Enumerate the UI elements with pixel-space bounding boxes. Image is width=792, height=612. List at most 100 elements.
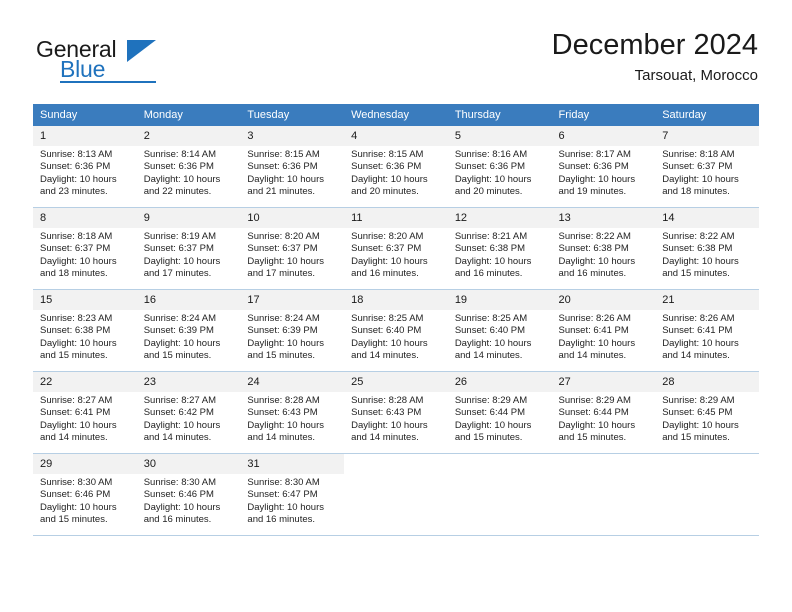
day-cell-empty [447, 453, 552, 536]
sunrise-text: Sunrise: 8:23 AM [40, 313, 113, 324]
sunset-text: Sunset: 6:38 PM [40, 325, 111, 337]
daylight-text-line1: Daylight: 10 hours [662, 337, 739, 349]
sunset-text: Sunset: 6:41 PM [40, 407, 111, 419]
day-details: Sunrise: 8:26 AM Sunset: 6:41 PM Daylight:… [655, 310, 759, 362]
calendar-header-row: Sunday Monday Tuesday Wednesday Thursday… [33, 104, 759, 126]
day-number: 29 [33, 454, 137, 474]
sunrise-text: Sunrise: 8:28 AM [247, 395, 320, 406]
sunset-text: Sunset: 6:37 PM [143, 243, 214, 255]
sunset-text: Sunset: 6:36 PM [143, 161, 214, 173]
title-block: December 2024 Tarsouat, Morocco [552, 28, 758, 87]
daylight-text-line1: Daylight: 10 hours [558, 255, 636, 267]
day-cell[interactable]: 10 Sunrise: 8:20 AM Sunset: 6:37 PM Dayligh… [240, 207, 345, 290]
day-details: Sunrise: 8:13 AM Sunset: 6:36 PM Daylight:… [33, 146, 137, 198]
day-number: 21 [655, 290, 759, 310]
day-cell[interactable]: 23 Sunrise: 8:27 AM Sunset: 6:42 PM Dayligh… [136, 371, 241, 454]
day-cell[interactable]: 4 Sunrise: 8:15 AM Sunset: 6:36 PM Daylight… [344, 126, 448, 208]
daylight-text-line1: Daylight: 10 hours [662, 173, 739, 185]
sunset-text: Sunset: 6:45 PM [662, 407, 733, 419]
day-cell[interactable]: 6 Sunrise: 8:17 AM Sunset: 6:36 PM Daylight… [551, 126, 656, 208]
day-number: 4 [344, 126, 448, 146]
sunset-text: Sunset: 6:36 PM [40, 161, 111, 173]
day-details: Sunrise: 8:15 AM Sunset: 6:36 PM Daylight:… [240, 146, 344, 198]
day-number: 15 [33, 290, 137, 310]
day-details: Sunrise: 8:30 AM Sunset: 6:47 PM Daylight:… [240, 474, 344, 526]
daylight-text-line1: Daylight: 10 hours [247, 419, 324, 431]
day-cell[interactable]: 19 Sunrise: 8:25 AM Sunset: 6:40 PM Dayligh… [447, 289, 552, 372]
page-title: December 2024 [551, 29, 758, 61]
sunrise-text: Sunrise: 8:16 AM [454, 149, 528, 160]
sunset-text: Sunset: 6:38 PM [662, 243, 733, 255]
day-cell[interactable]: 7 Sunrise: 8:18 AM Sunset: 6:37 PM Daylight… [655, 126, 759, 208]
day-cell[interactable]: 15 Sunrise: 8:23 AM Sunset: 6:38 PM Dayligh… [33, 289, 137, 372]
day-cell[interactable]: 20 Sunrise: 8:26 AM Sunset: 6:41 PM Dayligh… [551, 289, 656, 372]
day-details: Sunrise: 8:29 AM Sunset: 6:44 PM Daylight:… [552, 392, 656, 444]
day-number: 13 [551, 208, 656, 228]
sunrise-text: Sunrise: 8:24 AM [143, 313, 217, 324]
sunset-text: Sunset: 6:40 PM [454, 325, 526, 337]
day-details: Sunrise: 8:27 AM Sunset: 6:42 PM Daylight:… [137, 392, 241, 444]
day-cell[interactable]: 21 Sunrise: 8:26 AM Sunset: 6:41 PM Dayligh… [655, 289, 759, 372]
day-details: Sunrise: 8:25 AM Sunset: 6:40 PM Daylight:… [448, 310, 552, 362]
sunrise-text: Sunrise: 8:27 AM [143, 395, 217, 406]
day-number: 12 [447, 208, 552, 228]
day-number: 11 [344, 208, 448, 228]
daylight-text-line2: and 15 minutes. [558, 431, 627, 443]
daylight-text-line2: and 14 minutes. [351, 431, 419, 443]
day-cell[interactable]: 13 Sunrise: 8:22 AM Sunset: 6:38 PM Dayligh… [551, 207, 656, 290]
day-details: Sunrise: 8:25 AM Sunset: 6:40 PM Daylight:… [344, 310, 448, 362]
day-cell[interactable]: 8 Sunrise: 8:18 AM Sunset: 6:37 PM Daylight… [33, 207, 137, 290]
day-cell[interactable]: 31 Sunrise: 8:30 AM Sunset: 6:47 PM Dayligh… [240, 453, 345, 536]
day-cell[interactable]: 27 Sunrise: 8:29 AM Sunset: 6:44 PM Dayligh… [551, 371, 656, 454]
day-cell[interactable]: 12 Sunrise: 8:21 AM Sunset: 6:38 PM Dayligh… [447, 207, 552, 290]
day-cell[interactable]: 29 Sunrise: 8:30 AM Sunset: 6:46 PM Dayligh… [33, 453, 137, 536]
day-cell[interactable]: 25 Sunrise: 8:28 AM Sunset: 6:43 PM Dayligh… [344, 371, 448, 454]
day-cell[interactable]: 24 Sunrise: 8:28 AM Sunset: 6:43 PM Dayligh… [240, 371, 345, 454]
daylight-text-line2: and 21 minutes. [247, 185, 316, 197]
day-cell[interactable]: 1 Sunrise: 8:13 AM Sunset: 6:36 PM Daylight… [33, 126, 137, 208]
day-cell[interactable]: 9 Sunrise: 8:19 AM Sunset: 6:37 PM Daylight… [136, 207, 241, 290]
day-number: 18 [344, 290, 448, 310]
daylight-text-line1: Daylight: 10 hours [40, 419, 117, 431]
day-number: 24 [240, 372, 345, 392]
daylight-text-line1: Daylight: 10 hours [454, 173, 532, 185]
calendar-body: 1 Sunrise: 8:13 AM Sunset: 6:36 PM Daylight… [33, 126, 759, 536]
day-cell[interactable]: 17 Sunrise: 8:24 AM Sunset: 6:39 PM Dayligh… [240, 289, 345, 372]
daylight-text-line2: and 14 minutes. [558, 349, 627, 361]
daylight-text-line2: and 22 minutes. [143, 185, 212, 197]
day-cell[interactable]: 3 Sunrise: 8:15 AM Sunset: 6:36 PM Daylight… [240, 126, 345, 208]
daylight-text-line1: Daylight: 10 hours [143, 337, 221, 349]
day-cell[interactable]: 14 Sunrise: 8:22 AM Sunset: 6:38 PM Dayligh… [655, 207, 759, 290]
sunset-text: Sunset: 6:44 PM [454, 407, 526, 419]
daylight-text-line2: and 16 minutes. [351, 267, 419, 279]
weekday-header-monday: Monday [136, 104, 241, 126]
day-cell[interactable]: 26 Sunrise: 8:29 AM Sunset: 6:44 PM Dayligh… [447, 371, 552, 454]
day-cell[interactable]: 28 Sunrise: 8:29 AM Sunset: 6:45 PM Dayligh… [655, 371, 759, 454]
day-cell[interactable]: 11 Sunrise: 8:20 AM Sunset: 6:37 PM Dayligh… [344, 207, 448, 290]
logo-triangle-icon [127, 40, 156, 62]
daylight-text-line2: and 15 minutes. [40, 513, 108, 525]
weekday-header-thursday: Thursday [447, 104, 552, 126]
daylight-text-line1: Daylight: 10 hours [454, 255, 532, 267]
calendar-week-row: 8 Sunrise: 8:18 AM Sunset: 6:37 PM Daylight… [33, 207, 759, 290]
daylight-text-line1: Daylight: 10 hours [40, 337, 117, 349]
day-number: 14 [655, 208, 759, 228]
sunrise-text: Sunrise: 8:24 AM [247, 313, 320, 324]
day-number: 23 [136, 372, 241, 392]
sunset-text: Sunset: 6:44 PM [558, 407, 629, 419]
sunset-text: Sunset: 6:36 PM [351, 161, 422, 173]
daylight-text-line2: and 15 minutes. [40, 349, 108, 361]
day-cell[interactable]: 30 Sunrise: 8:30 AM Sunset: 6:46 PM Dayligh… [136, 453, 241, 536]
day-details: Sunrise: 8:24 AM Sunset: 6:39 PM Daylight:… [137, 310, 241, 362]
day-number: 5 [447, 126, 552, 146]
day-number: 30 [136, 454, 241, 474]
daylight-text-line1: Daylight: 10 hours [247, 337, 324, 349]
day-cell[interactable]: 18 Sunrise: 8:25 AM Sunset: 6:40 PM Dayligh… [344, 289, 448, 372]
day-cell[interactable]: 22 Sunrise: 8:27 AM Sunset: 6:41 PM Dayligh… [33, 371, 137, 454]
daylight-text-line1: Daylight: 10 hours [143, 173, 221, 185]
daylight-text-line1: Daylight: 10 hours [247, 173, 324, 185]
sunset-text: Sunset: 6:36 PM [247, 161, 318, 173]
day-cell[interactable]: 16 Sunrise: 8:24 AM Sunset: 6:39 PM Dayligh… [136, 289, 241, 372]
day-cell[interactable]: 2 Sunrise: 8:14 AM Sunset: 6:36 PM Daylight… [136, 126, 241, 208]
day-cell[interactable]: 5 Sunrise: 8:16 AM Sunset: 6:36 PM Daylight… [447, 126, 552, 208]
